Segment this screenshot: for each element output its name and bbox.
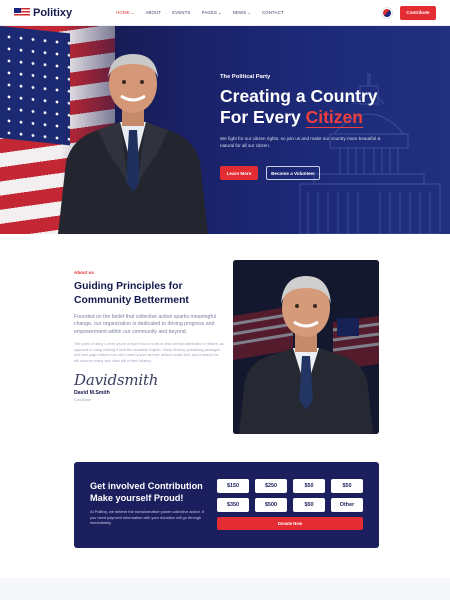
candidate-name: David M.Smith xyxy=(74,389,110,396)
donation-title: Get involved Contribution Make yourself … xyxy=(90,481,203,503)
hero-title: Creating a Country For Every Citizen xyxy=(220,86,440,128)
amount-option[interactable]: $500 xyxy=(255,498,287,512)
hero-title-line1: Creating a Country xyxy=(220,86,378,106)
menu-item-events[interactable]: EVENTS xyxy=(172,10,190,15)
become-volunteer-button[interactable]: Become a Volunteer xyxy=(266,166,320,181)
signature: Davidsmith xyxy=(74,370,159,389)
donation-description: At Politixy, we believe the transformati… xyxy=(90,509,205,526)
learn-more-button[interactable]: Learn More xyxy=(220,166,258,181)
about-portrait-illustration xyxy=(233,260,379,434)
hero-title-line2: For Every Citizen xyxy=(220,107,440,128)
about-section: About us Guiding Principles for Communit… xyxy=(0,234,450,444)
menu-label: HOME xyxy=(116,10,130,15)
hero-buttons: Learn More Become a Volunteer xyxy=(220,166,440,181)
menu-item-about[interactable]: ABOUT xyxy=(145,10,161,15)
about-content: About us Guiding Principles for Communit… xyxy=(74,270,224,402)
hero-eyebrow: The Political Party xyxy=(220,74,271,80)
nav-right: Contribute xyxy=(382,5,436,20)
amount-other-option[interactable]: Other xyxy=(331,498,363,512)
hero-title-prefix: For Every xyxy=(220,107,306,127)
hero-description: We fight for our citizen rights, so join… xyxy=(220,136,381,148)
menu-item-contact[interactable]: CONTACT xyxy=(262,10,284,15)
amount-option[interactable]: $250 xyxy=(255,479,287,493)
flag-icon xyxy=(14,8,30,17)
hero-section: The Political Party Creating a Country F… xyxy=(0,26,450,234)
amount-option[interactable]: $150 xyxy=(217,479,249,493)
amount-option[interactable]: $50 xyxy=(293,479,325,493)
chevron-down-icon: ⌄ xyxy=(130,10,135,15)
about-lead-text: Founded on the belief that collective ac… xyxy=(74,314,216,335)
flag-badge-icon[interactable] xyxy=(382,7,392,18)
top-nav: Politixy HOME ⌄ ABOUT EVENTS PAGES ⌄ NEWS ⌄… xyxy=(0,0,450,26)
menu-label: ABOUT xyxy=(145,10,162,15)
about-candidate-photo xyxy=(233,260,379,434)
amount-option[interactable]: $50 xyxy=(293,498,325,512)
donation-card: Get involved Contribution Make yourself … xyxy=(74,462,379,548)
menu-item-pages[interactable]: PAGES ⌄ xyxy=(202,10,222,15)
main-menu: HOME ⌄ ABOUT EVENTS PAGES ⌄ NEWS ⌄ CONTACT xyxy=(116,10,284,15)
menu-item-home[interactable]: HOME ⌄ xyxy=(116,10,134,15)
candidate-portrait xyxy=(58,54,208,234)
menu-item-news[interactable]: NEWS ⌄ xyxy=(233,10,251,15)
chevron-down-icon: ⌄ xyxy=(218,10,222,15)
menu-label: NEWS xyxy=(232,10,247,15)
menu-label: EVENTS xyxy=(172,10,191,15)
hero-content: The Political Party Creating a Country F… xyxy=(220,74,440,181)
menu-label: CONTACT xyxy=(261,10,284,15)
hero-title-highlight: Citizen xyxy=(305,107,363,128)
menu-label: PAGES xyxy=(201,10,218,15)
amount-option[interactable]: $350 xyxy=(217,498,249,512)
about-eyebrow: About us xyxy=(74,270,94,275)
logo[interactable]: Politixy xyxy=(14,7,72,19)
page: Politixy HOME ⌄ ABOUT EVENTS PAGES ⌄ NEWS ⌄… xyxy=(0,0,450,600)
logo-text: Politixy xyxy=(33,6,73,19)
donation-amounts: $150 $250 $50 $50 $350 $500 $50 Other xyxy=(217,479,363,512)
chevron-down-icon: ⌄ xyxy=(247,10,251,15)
about-title: Guiding Principles for Community Betterm… xyxy=(74,281,189,306)
candidate-role: Candidate xyxy=(74,397,92,402)
amount-option[interactable]: $50 xyxy=(331,479,363,493)
about-body-text: The point of using Lorem Ipsum is that i… xyxy=(74,342,224,363)
contribute-button[interactable]: Contribute xyxy=(400,5,436,20)
footer-band xyxy=(0,578,450,600)
donate-now-button[interactable]: Donate Now xyxy=(217,517,363,530)
